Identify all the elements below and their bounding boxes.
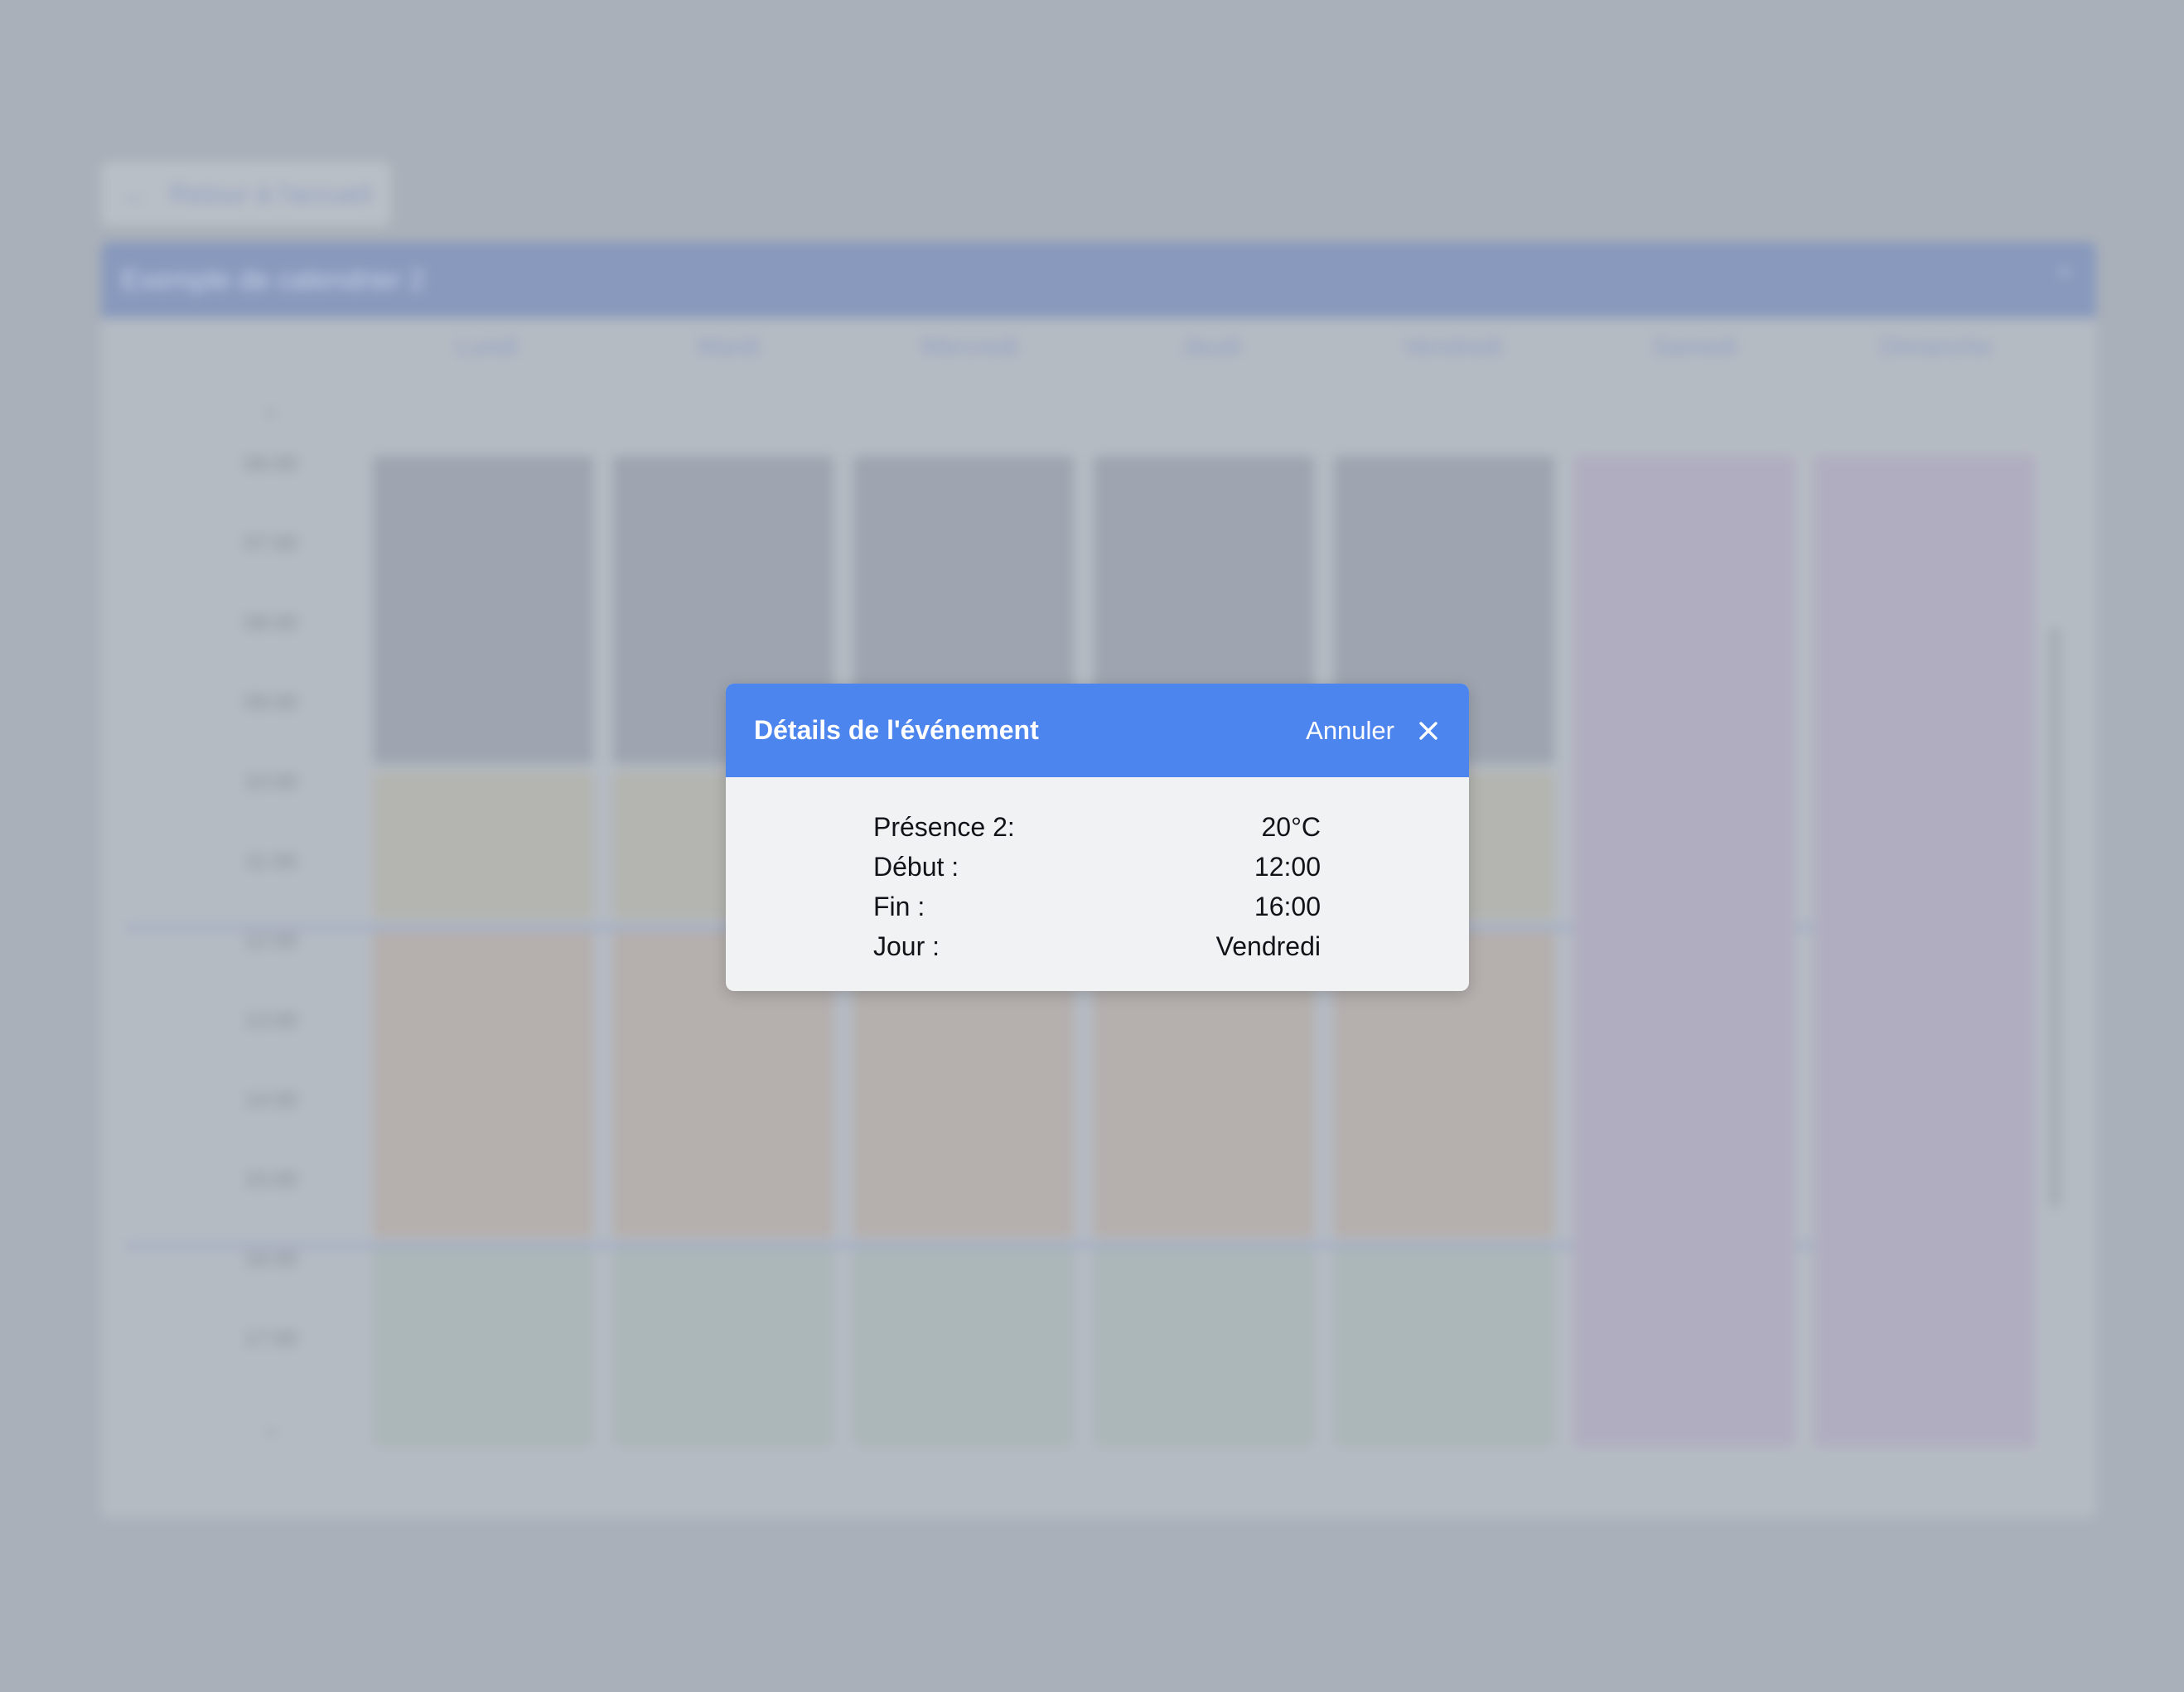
detail-label: Fin : — [873, 891, 925, 921]
arrow-left-icon: ← — [121, 176, 151, 210]
hour-label: 07:00 — [244, 530, 298, 555]
hour-label: 16:00 — [244, 1246, 298, 1271]
event-details-modal: Détails de l'événement Annuler Présence … — [726, 684, 1469, 991]
event-block[interactable] — [853, 1248, 1074, 1447]
calendar-title: Exemple de calendrier 2 — [121, 263, 425, 296]
detail-value: 16:00 — [1254, 891, 1321, 921]
hour-label: 10:00 — [244, 769, 298, 794]
event-block[interactable] — [613, 1248, 833, 1447]
cancel-button[interactable]: Annuler — [1306, 716, 1394, 746]
calendar-header: Exemple de calendrier 2 ⌃ — [101, 242, 2096, 318]
day-label: Lundi — [457, 333, 518, 360]
hour-label: 12:00 — [244, 928, 298, 953]
modal-header: Détails de l'événement Annuler — [726, 684, 1469, 777]
hour-label: 09:00 — [244, 689, 298, 714]
event-block[interactable] — [373, 931, 593, 1238]
hour-label: 08:00 — [244, 610, 298, 635]
scroll-down-icon[interactable]: ⌄ — [209, 1415, 333, 1441]
detail-row-day: Jour : Vendredi — [873, 926, 1321, 966]
day-label: Jeudi — [1181, 333, 1241, 360]
detail-value: Vendredi — [1215, 931, 1321, 961]
back-to-home-button[interactable]: ← Retour à l'accueil — [101, 162, 391, 226]
detail-row-end: Fin : 16:00 — [873, 887, 1321, 926]
day-label: Mardi — [697, 333, 760, 360]
detail-row-temperature: Présence 2: 20°C — [873, 807, 1321, 847]
hour-label: 06:00 — [244, 451, 298, 476]
detail-label: Présence 2: — [873, 811, 1015, 842]
scroll-up-icon[interactable]: ⌃ — [209, 406, 333, 432]
day-label: Vendredi — [1404, 333, 1502, 360]
hour-label: 11:00 — [244, 848, 297, 873]
back-button-label: Retour à l'accueil — [169, 178, 372, 209]
hour-label: 14:00 — [244, 1087, 298, 1112]
day-label: Dimanche — [1879, 333, 1992, 360]
event-block[interactable] — [373, 456, 593, 764]
scrollbar[interactable] — [2050, 627, 2060, 1207]
event-block[interactable] — [1094, 1248, 1314, 1447]
hours-column: ⌃ 06:00 07:00 08:00 09:00 10:00 11:00 12… — [101, 391, 366, 1485]
hour-label: 13:00 — [244, 1008, 298, 1032]
collapse-icon[interactable]: ⌃ — [2053, 263, 2077, 297]
event-block[interactable] — [1814, 456, 2035, 1447]
event-block[interactable] — [373, 1248, 593, 1447]
modal-title: Détails de l'événement — [754, 715, 1039, 745]
close-icon[interactable] — [1416, 718, 1441, 743]
days-header: Lundi Mardi Mercredi Jeudi Vendredi Same… — [366, 333, 2056, 366]
detail-label: Début : — [873, 851, 959, 882]
modal-actions: Annuler — [1306, 716, 1441, 746]
detail-value: 12:00 — [1254, 851, 1321, 882]
detail-row-start: Début : 12:00 — [873, 847, 1321, 887]
modal-body: Présence 2: 20°C Début : 12:00 Fin : 16:… — [726, 777, 1469, 966]
event-block[interactable] — [373, 772, 593, 920]
detail-label: Jour : — [873, 931, 940, 961]
event-block[interactable] — [1574, 456, 1795, 1447]
hour-label: 15:00 — [244, 1167, 298, 1192]
day-label: Mercredi — [921, 333, 1018, 360]
day-label: Samedi — [1651, 333, 1737, 360]
hour-label: 17:00 — [244, 1326, 298, 1351]
event-block[interactable] — [1334, 1248, 1554, 1447]
detail-value: 20°C — [1261, 811, 1322, 842]
